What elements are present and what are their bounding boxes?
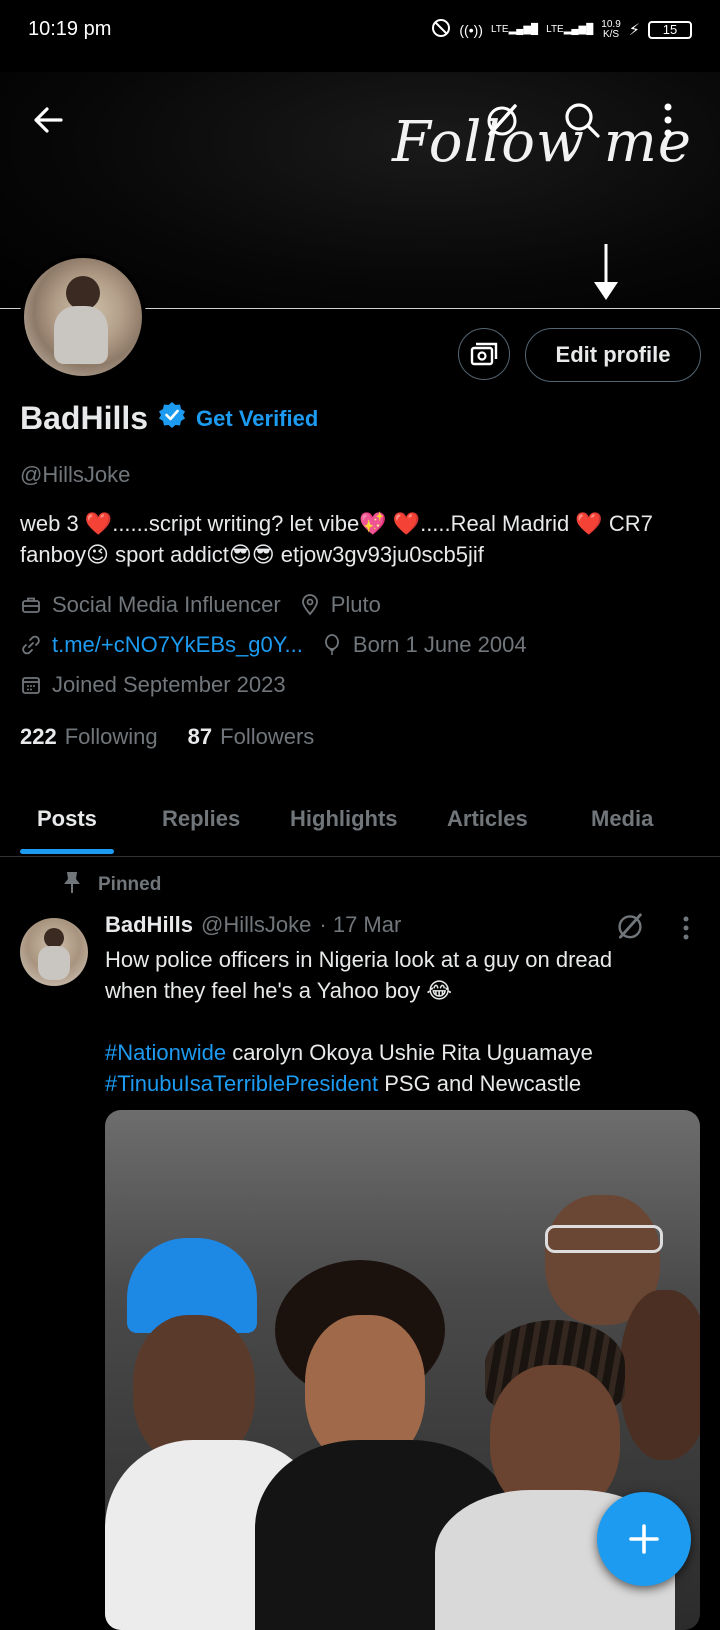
calendar-icon [20, 674, 42, 696]
status-bar: 10:19 pm ((•)) LTE▂▄▆█ LTE▂▄▆█ 10.9 K/S ⚡… [0, 0, 720, 62]
profile-tabs: Posts Replies Highlights Articles Media [0, 780, 720, 857]
search-icon [565, 103, 600, 138]
following-count: 222 [20, 724, 57, 749]
status-time: 10:19 pm [28, 18, 112, 40]
post-text: How police officers in Nigeria look at a… [105, 944, 695, 1099]
post-text-line: How police officers in Nigeria look at a… [105, 947, 613, 972]
following-link[interactable]: 222 Following [20, 724, 158, 750]
post-author-handle[interactable]: @HillsJoke [201, 912, 311, 938]
signal-2-icon: LTE▂▄▆█ [546, 23, 594, 35]
arrow-left-icon [34, 107, 63, 133]
pinned-indicator: Pinned [62, 870, 161, 900]
profile-avatar[interactable] [20, 254, 146, 380]
hashtag-link[interactable]: #TinubuIsaTerriblePresident [105, 1071, 378, 1096]
tab-articles[interactable]: Articles [447, 806, 528, 832]
tab-replies[interactable]: Replies [162, 806, 240, 832]
more-vertical-icon [664, 103, 672, 137]
post-text-line: #TinubuIsaTerriblePresident PSG and Newc… [105, 1071, 582, 1096]
post-header: BadHills @HillsJoke · 17 Mar [105, 912, 401, 938]
money-icon [470, 342, 498, 366]
pinned-label: Pinned [98, 874, 162, 895]
birthday-label: Born 1 June 2004 [352, 632, 527, 657]
more-vertical-icon [683, 916, 689, 940]
hotspot-icon: ((•)) [459, 21, 483, 38]
followers-link[interactable]: 87 Followers [188, 724, 315, 750]
more-options-button[interactable] [642, 94, 694, 146]
back-button[interactable] [22, 94, 74, 146]
plus-icon [629, 1524, 659, 1554]
verified-badge-icon [158, 400, 186, 437]
following-label: Following [64, 724, 158, 749]
profile-bio: web 3 ❤️......script writing? let vibe💖 … [20, 508, 700, 570]
tab-posts[interactable]: Posts [37, 806, 97, 832]
profile-handle: @HillsJoke [20, 462, 131, 487]
active-tab-indicator [20, 849, 114, 854]
charging-icon: ⚡ [628, 21, 640, 39]
grok-icon [618, 913, 642, 939]
joined-label: Joined September 2023 [52, 672, 286, 697]
profile-name: BadHills [20, 400, 149, 436]
meta-row-3: Joined September 2023 [20, 672, 286, 698]
bio-line: fanboy😉 sport addict😎😎 etjow3gv93ju0scb5… [20, 542, 484, 567]
post-text-line: #Nationwide carolyn Okoya Ushie Rita Ugu… [105, 1040, 593, 1065]
search-button[interactable] [556, 94, 608, 146]
post-grok-button[interactable] [614, 910, 646, 947]
status-icons: ((•)) LTE▂▄▆█ LTE▂▄▆█ 10.9 K/S ⚡ 15 [431, 18, 692, 41]
meta-row-2: t.me/+cNO7YkEBs_g0Y... Born 1 June 2004 [20, 632, 527, 658]
briefcase-icon [20, 594, 42, 616]
followers-count: 87 [187, 724, 213, 749]
bio-line: web 3 ❤️......script writing? let vibe💖 … [20, 511, 653, 536]
post-date[interactable]: · 17 Mar [319, 912, 401, 938]
net-speed: 10.9 K/S [601, 18, 621, 40]
signal-1-icon: LTE▂▄▆█ [490, 23, 539, 35]
banner-arrow-icon [592, 244, 620, 304]
followers-label: Followers [220, 724, 315, 749]
profile-name-row: BadHills Get Verified [20, 400, 318, 437]
edit-profile-button[interactable]: Edit profile [525, 328, 701, 382]
pin-icon [62, 870, 82, 900]
follow-counts: 222 Following 87 Followers [20, 724, 314, 750]
post-more-button[interactable] [682, 916, 690, 945]
location-icon [299, 594, 321, 616]
profession-label: Social Media Influencer [52, 592, 281, 617]
post-author-avatar[interactable] [20, 918, 88, 986]
location-label: Pluto [330, 592, 381, 617]
post-author-name[interactable]: BadHills [105, 912, 193, 938]
link-icon [20, 634, 42, 656]
grok-button[interactable] [476, 94, 528, 146]
tab-media[interactable]: Media [591, 806, 653, 832]
meta-row-1: Social Media Influencer Pluto [20, 592, 381, 618]
battery-icon: 15 [648, 20, 692, 39]
profile-link[interactable]: t.me/+cNO7YkEBs_g0Y... [52, 632, 303, 658]
hashtag-link[interactable]: #Nationwide [105, 1040, 226, 1065]
dnd-icon [431, 18, 451, 41]
grok-icon [487, 104, 517, 136]
compose-post-button[interactable] [597, 1492, 691, 1586]
tab-highlights[interactable]: Highlights [290, 806, 398, 832]
balloon-icon [321, 634, 343, 656]
get-verified-link[interactable]: Get Verified [196, 406, 318, 432]
post-text-line: when they feel he's a Yahoo boy 😂 [105, 978, 453, 1003]
professional-tools-button[interactable] [458, 328, 510, 380]
